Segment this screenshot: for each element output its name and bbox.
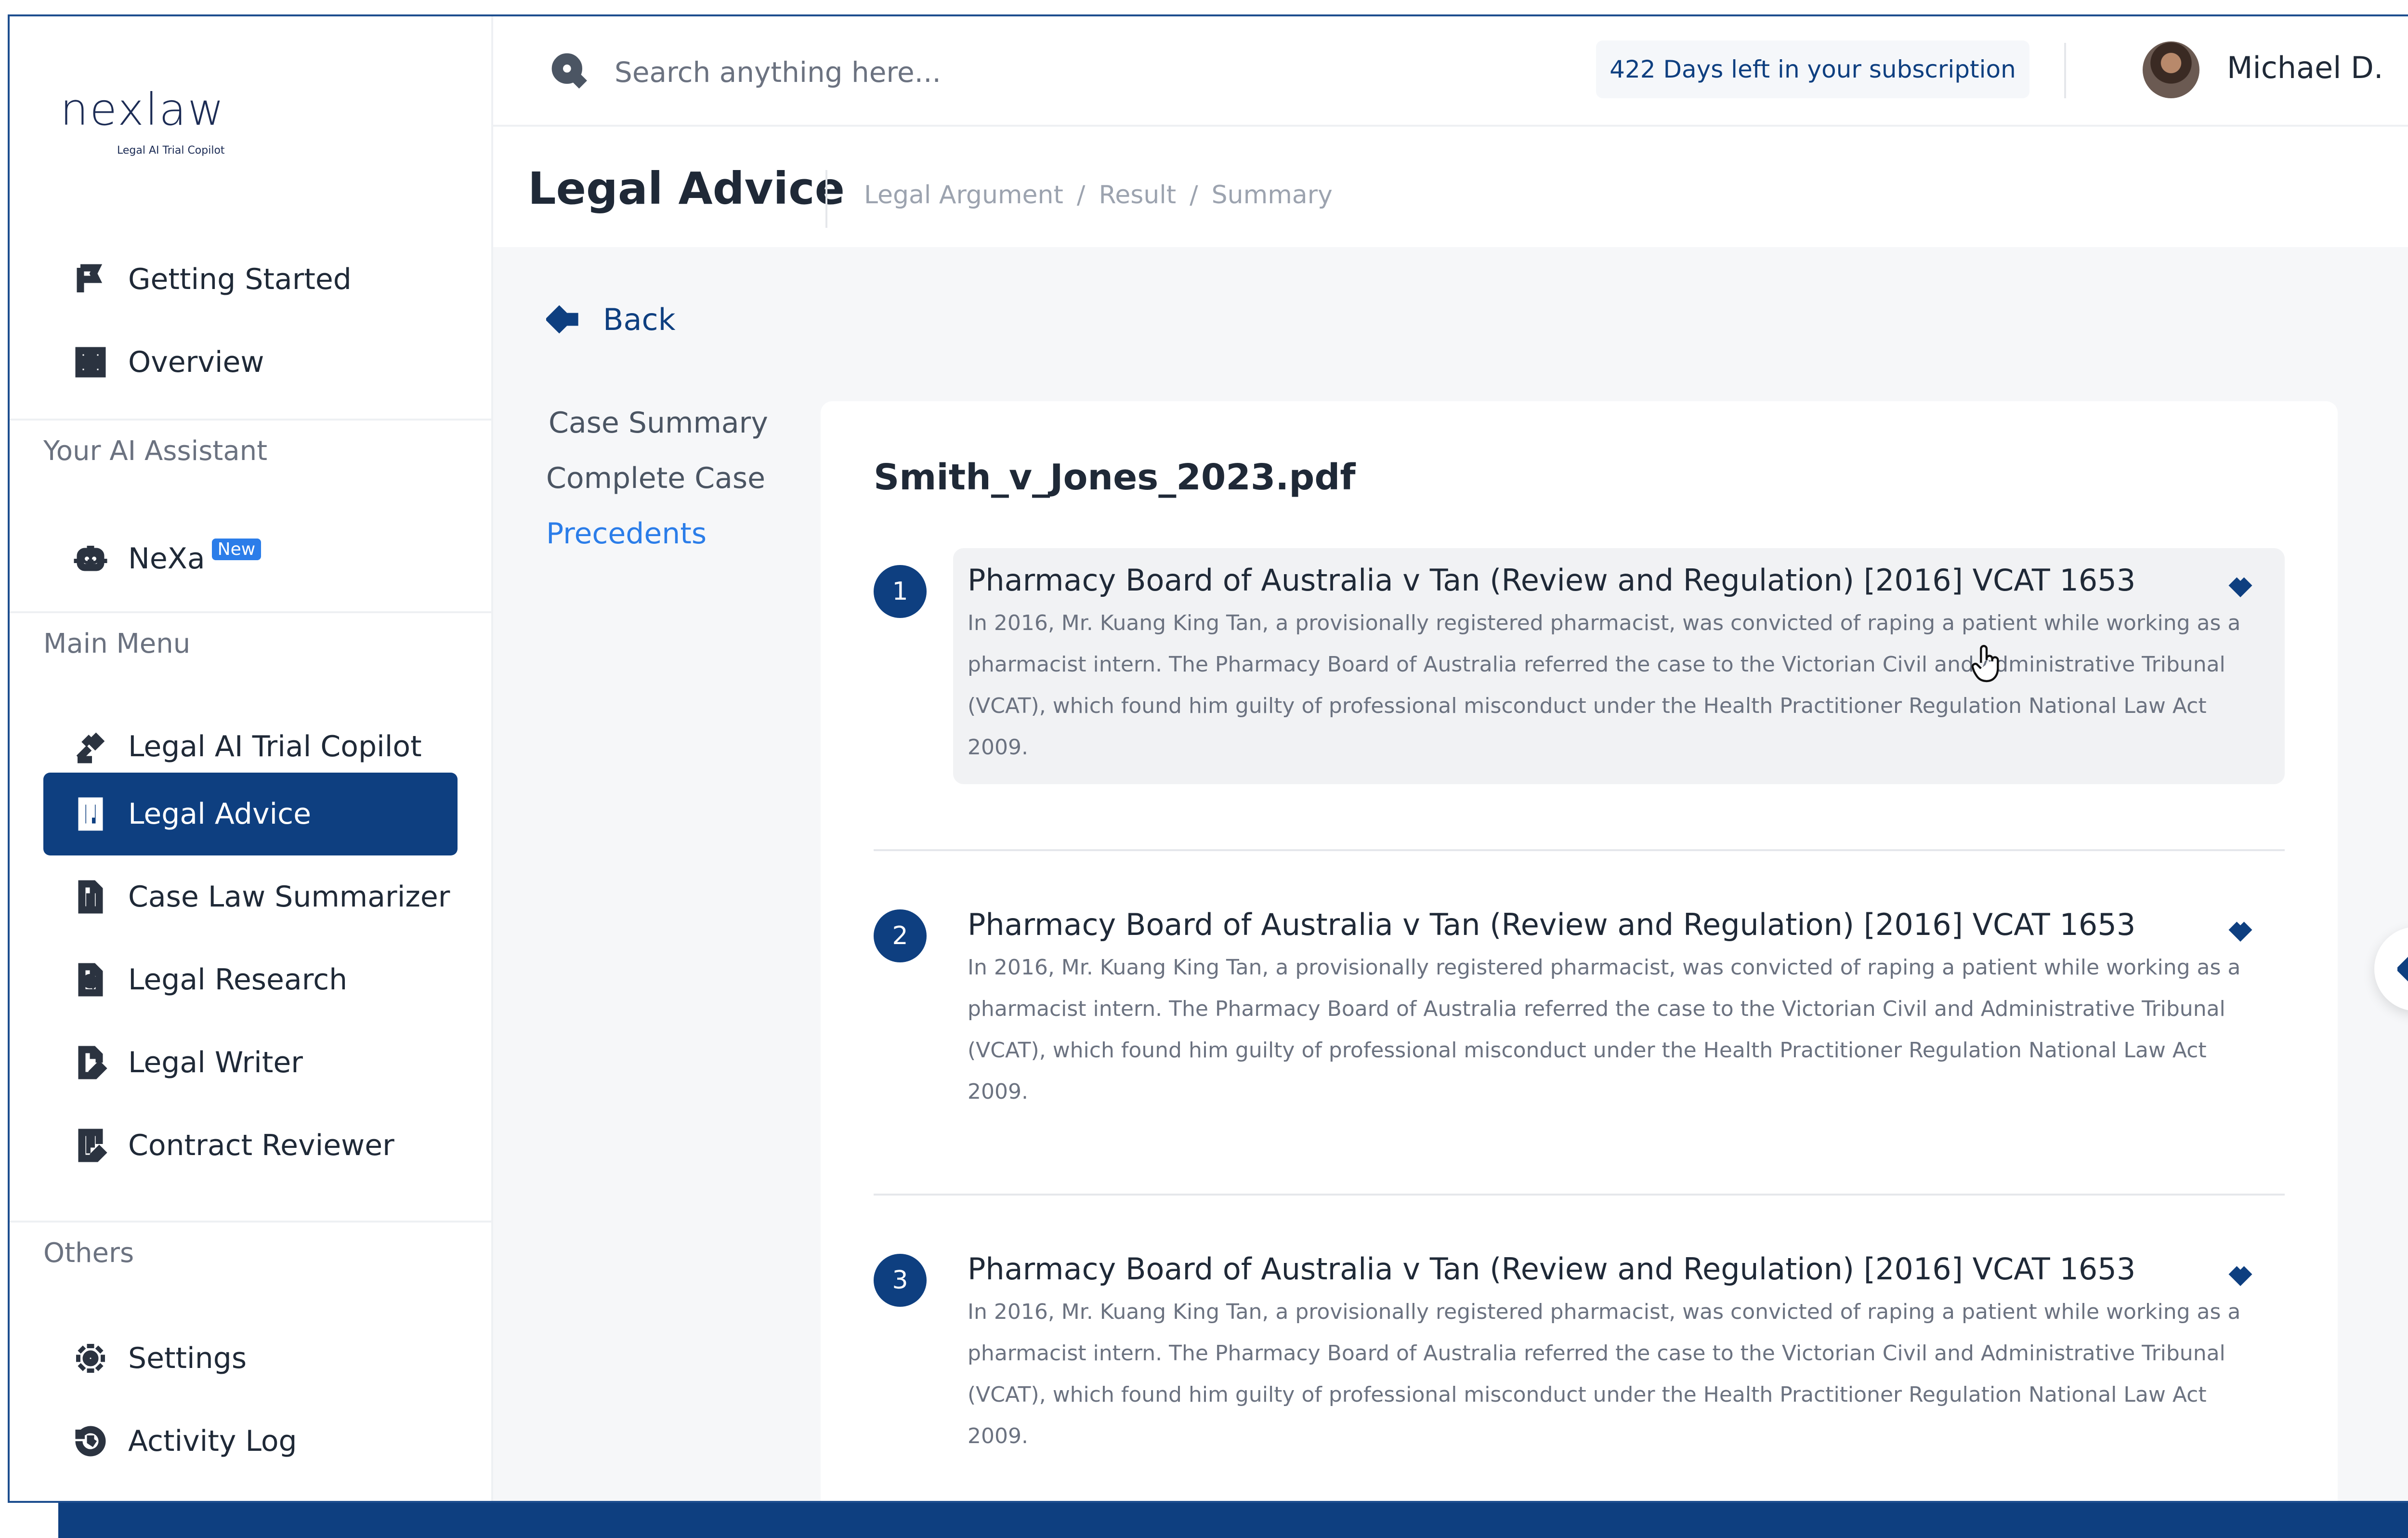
- page-title: Legal Advice: [528, 163, 845, 214]
- sidebar-divider: [10, 419, 491, 421]
- sidebar-item-label: Contract Reviewer: [128, 1129, 394, 1162]
- section-label-main-menu: Main Menu: [43, 628, 191, 659]
- precedent-item[interactable]: 2 Pharmacy Board of Australia v Tan (Rev…: [874, 907, 2285, 1150]
- sidebar-item-label: Getting Started: [128, 263, 352, 296]
- precedent-body[interactable]: Pharmacy Board of Australia v Tan (Revie…: [953, 1237, 2285, 1473]
- section-label-others: Others: [43, 1237, 134, 1269]
- precedent-number: 2: [874, 909, 927, 962]
- precedents-card: Smith_v_Jones_2023.pdf 1 Pharmacy Board …: [821, 401, 2338, 1501]
- breadcrumb-item[interactable]: Legal Argument: [864, 181, 1063, 210]
- document-list-icon: [71, 795, 110, 833]
- precedent-divider: [874, 1194, 2285, 1196]
- subnav-case-summary[interactable]: Case Summary: [549, 406, 768, 440]
- sidebar-item-activity-log[interactable]: Activity Log: [43, 1400, 458, 1483]
- precedent-item[interactable]: 3 Pharmacy Board of Australia v Tan (Rev…: [874, 1251, 2285, 1495]
- chevron-down-icon[interactable]: [2225, 570, 2256, 601]
- precedent-item[interactable]: 1 Pharmacy Board of Australia v Tan (Rev…: [874, 548, 2285, 806]
- sidebar-item-legal-writer[interactable]: Legal Writer: [43, 1021, 458, 1104]
- sidebar-item-label: Overview: [128, 345, 264, 379]
- breadcrumb: Legal Argument / Result / Summary: [864, 181, 1333, 210]
- sidebar-item-case-law-summarizer[interactable]: Case Law Summarizer: [43, 855, 458, 938]
- precedent-description: In 2016, Mr. Kuang King Tan, a provision…: [968, 611, 2241, 760]
- new-badge: New: [211, 538, 262, 560]
- back-button[interactable]: Back: [546, 300, 676, 339]
- grid-icon: [71, 343, 110, 381]
- precedent-description: In 2016, Mr. Kuang King Tan, a provision…: [968, 1300, 2241, 1448]
- sidebar-item-label: Legal Writer: [128, 1046, 303, 1079]
- precedent-body[interactable]: Pharmacy Board of Australia v Tan (Revie…: [953, 548, 2285, 784]
- sidebar-item-label: Legal Advice: [128, 797, 312, 831]
- nexlaw-logo[interactable]: nexlaw Legal AI Trial Copilot: [60, 84, 253, 171]
- app-window: nexlaw Legal AI Trial Copilot Getting St…: [8, 14, 2408, 1503]
- flag-icon: [71, 260, 110, 299]
- precedent-number: 1: [874, 565, 927, 618]
- topbar: 422 Days left in your subscription Micha…: [493, 16, 2408, 127]
- file-name: Smith_v_Jones_2023.pdf: [874, 457, 1356, 498]
- main-content: Back Case Summary Complete Case Preceden…: [493, 247, 2408, 1501]
- precedent-title: Pharmacy Board of Australia v Tan (Revie…: [968, 1251, 2136, 1287]
- sidebar: nexlaw Legal AI Trial Copilot Getting St…: [10, 16, 493, 1501]
- header-divider: [825, 170, 827, 228]
- breadcrumb-item[interactable]: Result: [1099, 181, 1176, 210]
- subnav-complete-case[interactable]: Complete Case: [546, 461, 765, 495]
- document-pen-icon: [71, 1043, 110, 1082]
- chevron-down-icon[interactable]: [2225, 1259, 2256, 1289]
- sidebar-item-contract-reviewer[interactable]: Contract Reviewer: [43, 1104, 458, 1187]
- gear-icon: [71, 1339, 110, 1378]
- sidebar-item-label: Legal Research: [128, 963, 348, 997]
- hand-cursor-icon: [1971, 644, 1999, 683]
- precedent-title: Pharmacy Board of Australia v Tan (Revie…: [968, 907, 2136, 942]
- sidebar-item-label: Legal AI Trial Copilot: [128, 730, 422, 763]
- subscription-badge: 422 Days left in your subscription: [1596, 40, 2029, 98]
- subnav-precedents[interactable]: Precedents: [546, 517, 707, 551]
- back-label: Back: [603, 302, 676, 337]
- sidebar-item-nexa[interactable]: NeXa New: [43, 517, 458, 600]
- breadcrumb-item[interactable]: Summary: [1212, 181, 1333, 210]
- sidebar-item-getting-started[interactable]: Getting Started: [43, 238, 458, 321]
- sidebar-item-label: NeXa: [128, 542, 205, 576]
- search-icon[interactable]: [551, 53, 589, 91]
- topbar-divider: [2064, 43, 2066, 98]
- avatar[interactable]: [2143, 41, 2199, 98]
- logo-wordmark: nexlaw: [60, 84, 225, 135]
- gavel-icon: [71, 727, 110, 766]
- precedent-divider: [874, 849, 2285, 851]
- sidebar-item-overview[interactable]: Overview: [43, 321, 458, 404]
- precedent-description: In 2016, Mr. Kuang King Tan, a provision…: [968, 955, 2241, 1104]
- sidebar-item-settings[interactable]: Settings: [43, 1317, 458, 1400]
- double-chevron-left-icon: [2397, 956, 2408, 982]
- section-label-assistant: Your AI Assistant: [43, 435, 268, 467]
- breadcrumb-separator: /: [1190, 181, 1198, 210]
- robot-icon: [71, 539, 110, 578]
- sidebar-item-label: Case Law Summarizer: [128, 880, 450, 914]
- search-input[interactable]: [614, 50, 1434, 94]
- page-header: Legal Advice Legal Argument / Result / S…: [493, 127, 2408, 247]
- history-icon: [71, 1422, 110, 1460]
- logo-tagline: Legal AI Trial Copilot: [117, 145, 225, 157]
- sidebar-divider: [10, 611, 491, 613]
- precedent-body[interactable]: Pharmacy Board of Australia v Tan (Revie…: [953, 893, 2285, 1129]
- document-icon: [71, 878, 110, 916]
- precedent-title: Pharmacy Board of Australia v Tan (Revie…: [968, 563, 2136, 598]
- precedent-number: 3: [874, 1254, 927, 1307]
- arrow-left-icon: [546, 305, 578, 334]
- document-search-icon: [71, 960, 110, 999]
- breadcrumb-separator: /: [1076, 181, 1086, 210]
- sidebar-item-label: Activity Log: [128, 1424, 297, 1458]
- chevron-down-icon[interactable]: [2225, 914, 2256, 945]
- sidebar-item-legal-advice[interactable]: Legal Advice: [43, 773, 458, 855]
- sidebar-item-legal-research[interactable]: Legal Research: [43, 938, 458, 1021]
- sidebar-item-label: Settings: [128, 1341, 247, 1375]
- sidebar-divider: [10, 1221, 491, 1223]
- contract-edit-icon: [71, 1126, 110, 1165]
- user-name[interactable]: Michael D.: [2227, 50, 2383, 85]
